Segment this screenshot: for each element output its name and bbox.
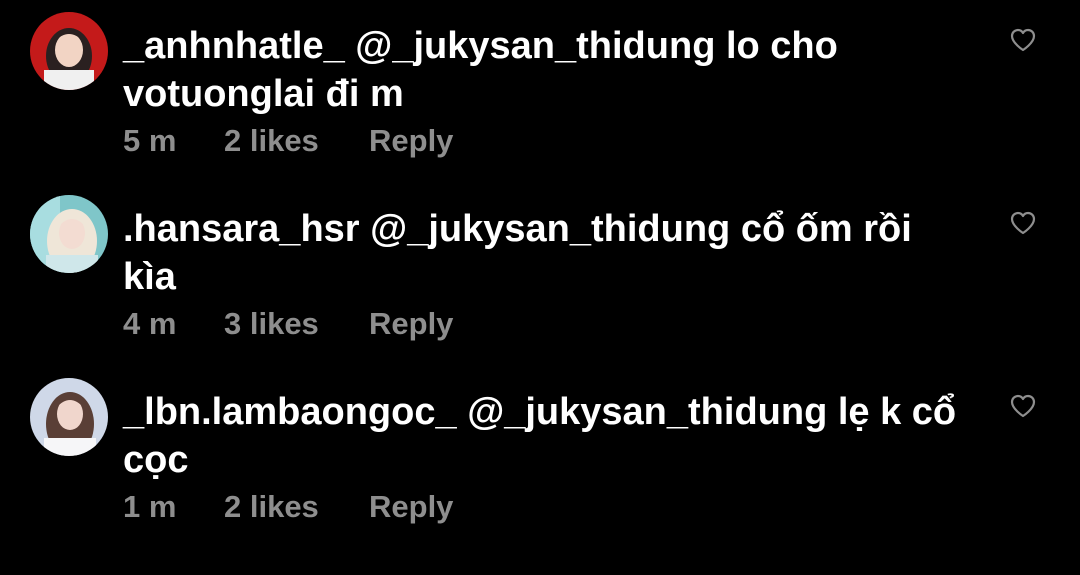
- likes-count[interactable]: 2 likes: [224, 121, 319, 161]
- comment-text: _anhnhatle_ @_jukysan_thidung lo cho vot…: [123, 22, 973, 118]
- likes-count[interactable]: 2 likes: [224, 487, 319, 527]
- avatar[interactable]: [30, 195, 108, 273]
- likes-count[interactable]: 3 likes: [224, 304, 319, 344]
- comment-item: _lbn.lambaongoc_ @_jukysan_thidung lẹ k …: [0, 376, 1080, 536]
- username[interactable]: _anhnhatle_: [123, 25, 345, 67]
- comment-time: 5 m: [123, 123, 177, 158]
- reply-button[interactable]: Reply: [369, 121, 453, 161]
- heart-outline-icon[interactable]: [1010, 211, 1036, 235]
- avatar[interactable]: [30, 378, 108, 456]
- username[interactable]: _lbn.lambaongoc_: [123, 391, 457, 433]
- avatar[interactable]: [30, 12, 108, 90]
- mention-link[interactable]: @_jukysan_thidung: [370, 208, 730, 250]
- comment-text: .hansara_hsr @_jukysan_thidung cổ ốm rồi…: [123, 205, 973, 301]
- mention-link[interactable]: @_jukysan_thidung: [355, 25, 715, 67]
- mention-link[interactable]: @_jukysan_thidung: [467, 391, 827, 433]
- heart-outline-icon[interactable]: [1010, 394, 1036, 418]
- reply-button[interactable]: Reply: [369, 487, 453, 527]
- comment-item: _anhnhatle_ @_jukysan_thidung lo cho vot…: [0, 10, 1080, 170]
- heart-outline-icon[interactable]: [1010, 28, 1036, 52]
- comment-time: 4 m: [123, 306, 177, 341]
- username[interactable]: .hansara_hsr: [123, 208, 360, 250]
- reply-button[interactable]: Reply: [369, 304, 453, 344]
- comment-text: _lbn.lambaongoc_ @_jukysan_thidung lẹ k …: [123, 388, 973, 484]
- comment-time: 1 m: [123, 489, 177, 524]
- comment-item: .hansara_hsr @_jukysan_thidung cổ ốm rồi…: [0, 193, 1080, 353]
